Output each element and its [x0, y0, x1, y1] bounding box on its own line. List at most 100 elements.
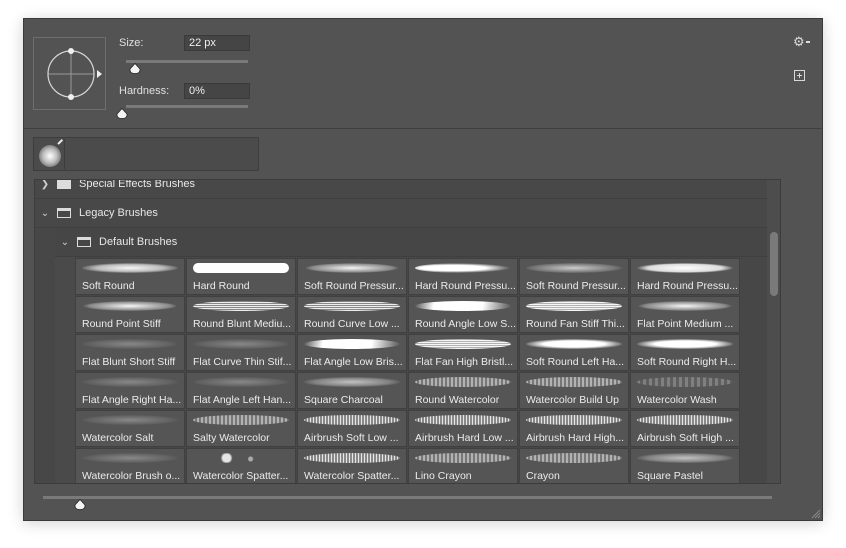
brush-preset-item[interactable]: Square Charcoal — [297, 372, 407, 409]
brush-preset-item[interactable]: Hard Round Pressu... — [408, 258, 518, 295]
brush-preset-item[interactable]: Square Pastel — [630, 448, 740, 483]
brush-name: Watercolor Brush o... — [82, 470, 181, 482]
new-brush-plus-icon[interactable] — [794, 70, 805, 81]
vertical-scrollbar[interactable] — [767, 180, 780, 483]
brush-preset-item[interactable]: Watercolor Build Up — [519, 372, 629, 409]
brush-preset-item[interactable]: Round Fan Stiff Thi... — [519, 296, 629, 333]
brush-stroke-preview — [82, 453, 178, 463]
brush-stroke-preview — [82, 339, 178, 349]
chevron-down-icon[interactable]: ⌄ — [59, 237, 71, 248]
scrollbar-thumb[interactable] — [770, 232, 778, 296]
brush-stroke-preview — [304, 263, 400, 273]
brush-stroke-preview — [526, 453, 622, 463]
brush-preset-item[interactable]: Soft Round Pressur... — [297, 258, 407, 295]
brush-preset-item[interactable]: Watercolor Brush o... — [75, 448, 185, 483]
brush-stroke-preview — [304, 453, 400, 463]
brush-stroke-preview — [637, 415, 733, 425]
size-label: Size: — [119, 37, 144, 49]
chevron-down-icon[interactable]: ⌄ — [39, 208, 51, 219]
brush-preset-item[interactable]: Flat Angle Right Ha... — [75, 372, 185, 409]
brush-preset-item[interactable]: Round Curve Low ... — [297, 296, 407, 333]
brush-preset-item[interactable]: Round Angle Low S... — [408, 296, 518, 333]
brush-name: Airbrush Hard Low ... — [415, 432, 514, 444]
hardness-field[interactable]: 0% — [184, 83, 250, 99]
brush-stroke-preview — [82, 301, 178, 311]
brush-preset-item[interactable]: Flat Angle Low Bris... — [297, 334, 407, 371]
brush-preset-item[interactable]: Hard Round — [186, 258, 296, 295]
group-special-effects[interactable]: ❯ Special Effects Brushes — [35, 179, 767, 199]
brush-preset-item[interactable]: Salty Watercolor — [186, 410, 296, 447]
indent-guide — [55, 238, 75, 483]
brush-preset-item[interactable]: Airbrush Soft High ... — [630, 410, 740, 447]
brush-stroke-preview — [304, 301, 400, 311]
brush-stroke-preview — [526, 263, 622, 273]
size-slider-track[interactable] — [126, 60, 248, 63]
brush-name: Soft Round Left Ha... — [526, 356, 625, 368]
brush-preset-item[interactable]: Airbrush Hard Low ... — [408, 410, 518, 447]
preview-size-slider-thumb[interactable] — [74, 499, 86, 510]
brush-name: Round Angle Low S... — [415, 318, 516, 330]
brush-preset-item[interactable]: Soft Round Right H... — [630, 334, 740, 371]
gear-icon[interactable]: ⚙ — [793, 34, 805, 50]
group-default[interactable]: ⌄ Default Brushes — [55, 228, 767, 257]
brush-name: Square Charcoal — [304, 394, 383, 406]
brush-name: Watercolor Salt — [82, 432, 154, 444]
chevron-right-icon[interactable]: ❯ — [39, 180, 51, 190]
group-label: Default Brushes — [99, 236, 178, 248]
hardness-slider-thumb[interactable] — [116, 108, 128, 119]
brush-tip-angle-roundness-icon[interactable] — [34, 38, 107, 111]
brush-preset-item[interactable]: Flat Fan High Bristl... — [408, 334, 518, 371]
brush-preset-item[interactable]: Watercolor Spatter... — [186, 448, 296, 483]
brush-name: Airbrush Soft High ... — [637, 432, 734, 444]
brush-preset-item[interactable]: Flat Blunt Short Stiff — [75, 334, 185, 371]
brush-preset-item[interactable]: Watercolor Salt — [75, 410, 185, 447]
brush-preset-item[interactable]: Lino Crayon — [408, 448, 518, 483]
brush-name: Flat Angle Low Bris... — [304, 356, 403, 368]
group-label: Special Effects Brushes — [79, 179, 195, 190]
brush-preset-item[interactable]: Hard Round Pressu... — [630, 258, 740, 295]
brush-preset-item[interactable]: Round Blunt Mediu... — [186, 296, 296, 333]
brush-stroke-preview — [637, 339, 733, 349]
brush-name: Flat Angle Right Ha... — [82, 394, 182, 406]
brush-stroke-preview — [193, 453, 289, 463]
preview-size-slider-track[interactable] — [43, 496, 772, 499]
brush-stroke-preview — [415, 415, 511, 425]
brush-name: Flat Fan High Bristl... — [415, 356, 514, 368]
brush-stroke-preview — [193, 263, 289, 273]
hardness-slider-track[interactable] — [126, 105, 248, 108]
brush-preset-item[interactable]: Soft Round Pressur... — [519, 258, 629, 295]
size-field[interactable]: 22 px — [184, 35, 250, 51]
resize-grip-icon[interactable] — [809, 507, 821, 519]
brush-name: Lino Crayon — [415, 470, 472, 482]
brush-tip-preview[interactable] — [33, 37, 106, 110]
brush-preset-item[interactable]: Flat Curve Thin Stif... — [186, 334, 296, 371]
brush-preset-item[interactable]: Airbrush Soft Low ... — [297, 410, 407, 447]
brush-preset-item[interactable]: Watercolor Wash — [630, 372, 740, 409]
brush-preset-item[interactable]: Round Watercolor — [408, 372, 518, 409]
brush-stroke-preview — [193, 339, 289, 349]
brush-name: Crayon — [526, 470, 560, 482]
brush-stroke-preview — [415, 339, 511, 349]
brush-stroke-preview — [193, 377, 289, 387]
brush-preset-item[interactable]: Soft Round Left Ha... — [519, 334, 629, 371]
size-slider-thumb[interactable] — [129, 63, 141, 74]
brush-preset-item[interactable]: Round Point Stiff — [75, 296, 185, 333]
brush-stroke-preview — [526, 301, 622, 311]
brush-stroke-preview — [82, 415, 178, 425]
brush-stroke-preview — [415, 263, 511, 273]
brush-list: ❯ Special Effects Brushes ⌄ Legacy Brush… — [34, 179, 781, 484]
brush-stroke-preview — [637, 301, 733, 311]
brush-preset-item[interactable]: Flat Point Medium ... — [630, 296, 740, 333]
folder-open-icon — [57, 208, 71, 218]
brush-preset-item[interactable]: Soft Round — [75, 258, 185, 295]
recent-brush-item[interactable] — [35, 139, 65, 169]
brush-name: Hard Round Pressu... — [415, 280, 516, 292]
brush-preset-item[interactable]: Airbrush Hard High... — [519, 410, 629, 447]
brush-name: Round Curve Low ... — [304, 318, 400, 330]
group-legacy[interactable]: ⌄ Legacy Brushes — [35, 199, 767, 228]
brush-preset-item[interactable]: Watercolor Spatter... — [297, 448, 407, 483]
brush-name: Flat Angle Left Han... — [193, 394, 292, 406]
brush-preset-item[interactable]: Crayon — [519, 448, 629, 483]
soft-round-brush-icon — [39, 145, 61, 167]
brush-preset-item[interactable]: Flat Angle Left Han... — [186, 372, 296, 409]
